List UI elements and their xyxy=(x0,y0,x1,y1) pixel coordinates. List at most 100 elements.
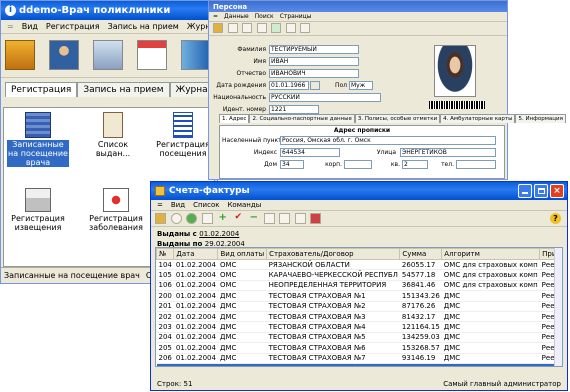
add-icon[interactable]: + xyxy=(217,213,228,224)
save-icon[interactable] xyxy=(300,23,311,33)
invoice-titlebar[interactable]: Счета-фактуры × xyxy=(151,182,567,200)
item-scheduled-visits[interactable]: Записанные на посещение врача xyxy=(7,112,69,167)
table-row[interactable]: 206 01.02.2004 ДМС ТЕСТОВАЯ СТРАХОВАЯ №7 931… xyxy=(156,353,562,364)
item-disease-registration[interactable]: Регистрация заболевания xyxy=(82,188,150,232)
tab-policies[interactable]: 3. Полисы, особые отметки xyxy=(354,114,441,123)
item-visit-registration[interactable]: Регистрация посещения xyxy=(152,112,214,158)
menu-item-view[interactable]: Вид xyxy=(22,22,38,31)
search-icon[interactable] xyxy=(227,23,238,33)
calendar-picker-icon[interactable] xyxy=(310,81,320,90)
column-header[interactable]: Сумма xyxy=(399,248,443,260)
nationality-select[interactable]: РУССКИЙ xyxy=(269,93,381,102)
list-icon[interactable] xyxy=(242,23,253,33)
menu-item-pages[interactable]: Страницы xyxy=(280,13,312,20)
birthdate-field[interactable]: 01.01.1966 xyxy=(269,81,309,90)
person-titlebar[interactable]: Персона xyxy=(209,1,507,12)
copy-icon[interactable] xyxy=(279,213,291,224)
id-field[interactable]: 1221 xyxy=(269,105,319,114)
menu-item-commands[interactable]: Команды xyxy=(227,201,261,209)
export-icon[interactable] xyxy=(310,213,322,224)
column-header[interactable]: Страхователь/Договор xyxy=(266,248,401,260)
column-header[interactable]: Вид оплаты xyxy=(217,248,268,260)
menu-item[interactable]: = xyxy=(213,13,218,20)
column-header[interactable]: Дата xyxy=(173,248,219,260)
exit-icon[interactable] xyxy=(213,23,223,33)
table-row[interactable]: 205 01.02.2004 ДМС ТЕСТОВАЯ СТРАХОВАЯ №6 153… xyxy=(156,342,562,354)
table-row[interactable]: 20701.02.2004ДМСТЕСТОВАЯ СТРАХОВАЯ №8163… xyxy=(156,363,562,366)
table-row[interactable]: 200 01.02.2004 ДМС ТЕСТОВАЯ СТРАХОВАЯ №1 151… xyxy=(156,290,562,302)
exit-icon[interactable] xyxy=(155,213,166,224)
menu-item-appointments[interactable]: Запись на прием xyxy=(108,22,179,31)
maximize-button[interactable] xyxy=(534,184,548,198)
person-window: Персона = Данные Поиск Страницы Фамилия … xyxy=(208,0,566,180)
menu-item[interactable]: = xyxy=(7,22,14,31)
menu-item-registration[interactable]: Регистрация xyxy=(46,22,100,31)
copy-icon[interactable] xyxy=(256,23,267,33)
menu-item-list[interactable]: Список xyxy=(193,201,219,209)
table-cell: 200 xyxy=(156,290,174,302)
exit-door-icon[interactable] xyxy=(181,40,211,70)
table-row[interactable]: 105 01.02.2004 ОМС КАРАЧАЕВО-ЧЕРКЕССКОЙ РЕС… xyxy=(156,269,562,281)
menu-item-data[interactable]: Данные xyxy=(224,13,249,20)
menu-item-search[interactable]: Поиск xyxy=(255,13,274,20)
table-cell: 203 xyxy=(156,321,174,333)
street-field[interactable]: ЭНЕРГЕТИКОВ xyxy=(400,148,496,157)
flat-field[interactable]: 2 xyxy=(402,160,428,169)
exit-icon[interactable] xyxy=(5,40,35,70)
table-row[interactable]: 104 01.02.2004 ОМС РЯЗАНСКОЙ ОБЛАСТИ 26055.1… xyxy=(156,259,562,271)
house-field[interactable]: 34 xyxy=(280,160,304,169)
help-icon[interactable]: ? xyxy=(550,213,561,224)
add-icon[interactable] xyxy=(271,23,282,33)
sex-select[interactable]: Муж xyxy=(349,81,373,90)
table-cell: 26055.17 xyxy=(399,259,442,271)
phone-field[interactable] xyxy=(456,160,496,169)
table-row[interactable]: 106 01.02.2004 ОМС НЕОПРЕДЕЛЕННАЯ ТЕРРИТОРИ… xyxy=(156,280,562,292)
tab-appointments[interactable]: Запись на прием xyxy=(77,82,170,97)
column-header[interactable]: № xyxy=(156,248,175,260)
print-icon[interactable] xyxy=(294,213,306,224)
tab-passport[interactable]: 2. Социально-паспортные данные xyxy=(249,114,355,123)
person-card-icon[interactable] xyxy=(93,40,123,70)
patronymic-field[interactable]: ИВАНОВИЧ xyxy=(269,69,359,78)
minimize-button[interactable] xyxy=(518,184,532,198)
table-row[interactable]: 201 01.02.2004 ДМС ТЕСТОВАЯ СТРАХОВАЯ №2 871… xyxy=(156,301,562,312)
table-cell: ДМС xyxy=(441,321,540,333)
scrollbar[interactable] xyxy=(554,248,562,366)
tab-registration[interactable]: Регистрация xyxy=(5,82,78,97)
name-field[interactable]: ИВАН xyxy=(269,57,359,66)
item-notice-registration[interactable]: Регистрация извещения xyxy=(7,188,69,232)
delete-icon[interactable] xyxy=(285,23,296,33)
staff-icon[interactable] xyxy=(49,40,79,70)
avatar[interactable] xyxy=(434,45,476,97)
menu-item[interactable]: = xyxy=(157,201,163,209)
refresh-icon[interactable] xyxy=(186,213,198,224)
surname-field[interactable]: ТЕСТИРУЕМЫЙ xyxy=(269,45,359,54)
person-menubar: = Данные Поиск Страницы xyxy=(209,12,507,22)
locality-field[interactable]: Россия, Омская обл. г. Омск xyxy=(280,136,496,145)
tab-cards[interactable]: 4. Амбулаторные карты xyxy=(440,114,516,123)
check-icon[interactable]: ✔ xyxy=(233,213,244,224)
menu-item-view[interactable]: Вид xyxy=(171,201,185,209)
invoice-window-title: Счета-фактуры xyxy=(169,186,250,196)
index-field[interactable]: 644534 xyxy=(280,148,340,157)
app-info-icon: i xyxy=(5,5,16,16)
table-cell: ОМС для страховых комп xyxy=(441,269,540,281)
table-row[interactable]: 204 01.02.2004 ДМС ТЕСТОВАЯ СТРАХОВАЯ №5 134… xyxy=(156,332,562,344)
close-button[interactable]: × xyxy=(550,184,564,198)
search-icon[interactable] xyxy=(170,213,182,224)
corp-field[interactable] xyxy=(344,160,372,169)
table-row[interactable]: 203 01.02.2004 ДМС ТЕСТОВАЯ СТРАХОВАЯ №4 121… xyxy=(156,321,562,333)
row-count: Строк: 51 xyxy=(157,379,193,388)
remove-icon[interactable]: − xyxy=(248,213,259,224)
table-icon[interactable] xyxy=(201,213,213,224)
table-row[interactable]: 202 01.02.2004 ДМС ТЕСТОВАЯ СТРАХОВАЯ №3 814… xyxy=(156,311,562,323)
document-icon[interactable] xyxy=(263,213,275,224)
calendar-icon[interactable] xyxy=(137,40,167,70)
tab-info[interactable]: 5. Информация xyxy=(515,114,566,123)
issued-from-date[interactable]: 01.02.2004 xyxy=(199,230,239,238)
column-header[interactable]: Алгоритм xyxy=(441,248,541,260)
tab-address[interactable]: 1. Адрес xyxy=(219,114,250,123)
item-issued-list[interactable]: Список выдан... xyxy=(82,112,144,158)
table-cell: 36841.46 xyxy=(399,280,442,292)
main-titlebar[interactable]: i ddemo-Врач поликлиники xyxy=(1,1,217,20)
